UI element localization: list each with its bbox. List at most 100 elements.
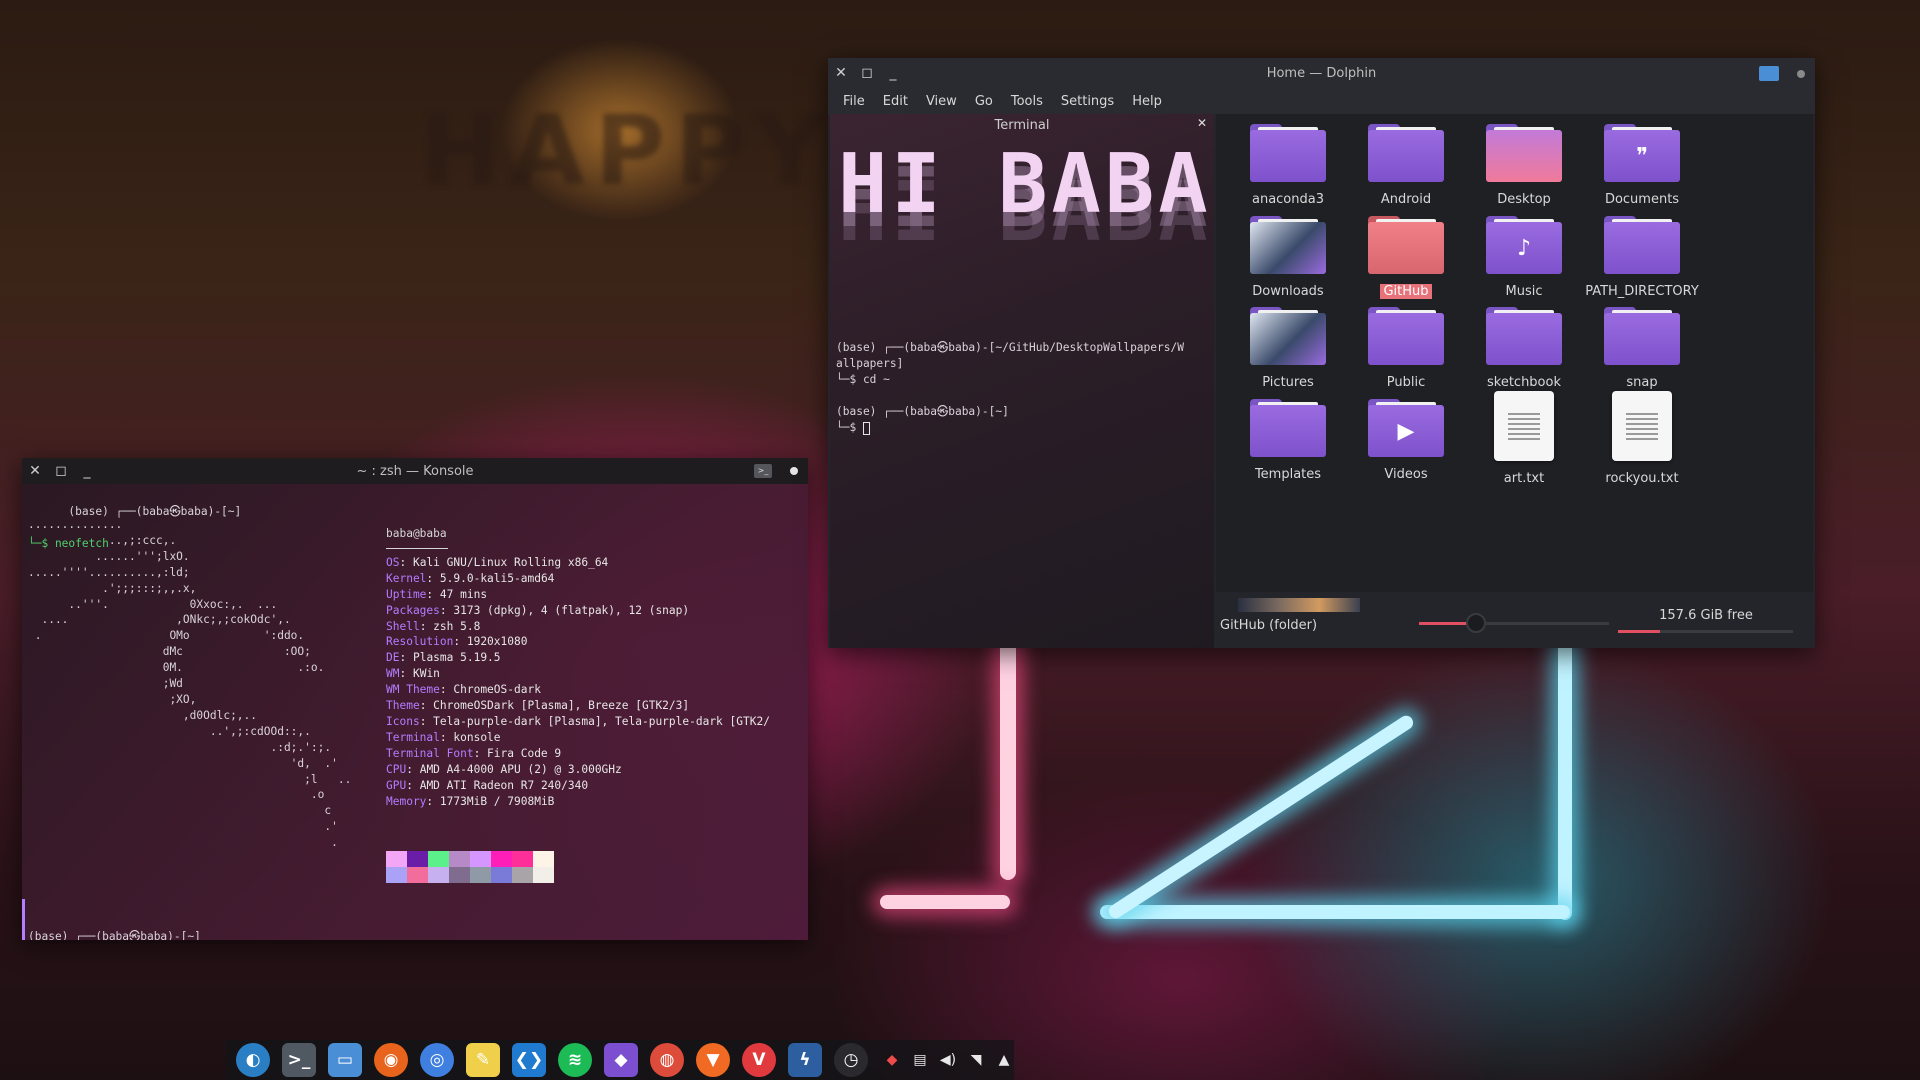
vscode-icon[interactable]: ❮❯ [512, 1043, 546, 1077]
obsidian-icon[interactable]: ◆ [604, 1043, 638, 1077]
info-separator: : [419, 619, 434, 633]
info-key: Terminal [386, 730, 440, 744]
file-name-label: Videos [1384, 466, 1428, 482]
info-key: WM Theme [386, 683, 440, 697]
terminal-line: └─$ cd ~ [836, 373, 890, 386]
brave-icon[interactable]: ▼ [696, 1043, 730, 1077]
neofetch-info-row: CPU: AMD A4-4000 APU (2) @ 3.000GHz [386, 762, 770, 778]
clipboard-tray-icon[interactable]: ▤ [906, 1046, 934, 1074]
free-space-bar[interactable] [1618, 630, 1793, 633]
tray-expand-icon[interactable]: ▲ [990, 1046, 1018, 1074]
neofetch-info-row: Shell: zsh 5.8 [386, 619, 770, 635]
prompt-symbol: └─$ [836, 421, 863, 434]
konsole-terminal[interactable]: (base) ┌──(baba㉿baba)-[~] └─$ neofetch .… [22, 484, 808, 940]
zoom-slider[interactable] [1419, 622, 1609, 625]
terminal-line: allpapers] [836, 357, 904, 370]
scroll-marker [22, 899, 25, 940]
menu-edit[interactable]: Edit [874, 94, 917, 109]
volume-tray-icon[interactable]: ◀) [934, 1046, 962, 1074]
spotify-icon[interactable]: ≋ [558, 1043, 592, 1077]
file-name-label: Templates [1254, 466, 1322, 482]
menu-settings[interactable]: Settings [1052, 94, 1123, 109]
neofetch-info-row: OS: Kali GNU/Linux Rolling x86_64 [386, 555, 770, 571]
file-name-label: Pictures [1262, 375, 1314, 390]
konsole-titlebar[interactable]: ✕ ◻ _ ~ : zsh — Konsole >_ [22, 458, 808, 484]
info-value: Fira Code 9 [487, 746, 562, 760]
info-value: 1773MiB / 7908MiB [439, 794, 555, 808]
menu-tools[interactable]: Tools [1002, 94, 1052, 109]
kali-dragon-icon[interactable]: ϟ [788, 1043, 822, 1077]
window-title: Home — Dolphin [1266, 65, 1377, 81]
terminal-panel-header: Terminal ✕ [830, 114, 1214, 136]
file-item-rockyou-txt[interactable]: rockyou.txt [1582, 390, 1702, 499]
info-key: WM [386, 667, 400, 681]
keep-above-icon[interactable] [1797, 70, 1805, 78]
file-item-templates[interactable]: Templates [1228, 391, 1348, 499]
folder-icon [1250, 398, 1326, 457]
minimize-button[interactable]: _ [880, 60, 906, 86]
info-separator: : [419, 699, 434, 713]
file-item-art-txt[interactable]: art.txt [1464, 390, 1584, 499]
text-line-mark [1508, 422, 1540, 425]
wifi-tray-icon[interactable]: ◥ [962, 1046, 990, 1074]
text-editor-icon[interactable]: ✎ [466, 1043, 500, 1077]
folder-icon [1368, 124, 1444, 182]
info-value: 3173 (dpkg), 4 (flatpak), 12 (snap) [453, 603, 690, 617]
keep-above-icon[interactable] [790, 467, 798, 475]
dolphin-window[interactable]: ✕ ◻ _ Home — Dolphin File Edit View Go Tools… [828, 58, 1815, 648]
color-swatch [428, 851, 449, 867]
folder-body [1368, 313, 1444, 365]
dolphin-titlebar[interactable]: ✕ ◻ _ Home — Dolphin [828, 58, 1815, 88]
menu-go[interactable]: Go [966, 94, 1002, 109]
info-value: Kali GNU/Linux Rolling x86_64 [412, 555, 609, 569]
taskbar-dock: ◐ >_ ▭ ◉ ◎ ✎ ❮❯ ≋ ◆ ◍ ▼ Vϟ ◷ ◆ ▤ ◀) ◥ ▲ [226, 1040, 1014, 1080]
info-key: OS [386, 555, 400, 569]
konsole-window[interactable]: ✕ ◻ _ ~ : zsh — Konsole >_ (base) ┌──(ba… [22, 458, 808, 940]
close-panel-icon[interactable]: ✕ [1194, 116, 1210, 132]
vivaldi-icon[interactable]: V [742, 1043, 776, 1077]
clock-icon[interactable]: ◷ [834, 1043, 868, 1077]
info-key: Terminal Font [386, 746, 474, 760]
neofetch-info-row: Resolution: 1920x1080 [386, 634, 770, 650]
neofetch-info-row: Terminal: konsole [386, 730, 770, 746]
color-swatch [491, 851, 512, 867]
neon-blue-horizontal [1100, 905, 1570, 919]
minimize-button[interactable]: _ [74, 458, 100, 484]
dolphin-terminal-panel[interactable]: Terminal ✕ HI BABA (base) ┌──(baba㉿baba)… [830, 114, 1214, 648]
folder-icon [1604, 215, 1680, 274]
file-view[interactable]: anaconda3 Android Desktop ❞ Documents Downloa… [1216, 114, 1813, 592]
close-button[interactable]: ✕ [828, 60, 854, 86]
info-separator: : [439, 603, 454, 617]
color-swatch [491, 867, 512, 883]
file-name-label: snap [1626, 375, 1658, 390]
menu-help[interactable]: Help [1123, 94, 1171, 109]
file-name-label: Desktop [1497, 192, 1551, 207]
chrome-icon[interactable]: ◍ [650, 1043, 684, 1077]
info-key: Memory [386, 794, 427, 808]
color-palette [386, 851, 554, 883]
info-key: Shell [386, 619, 420, 633]
folder-icon [1250, 124, 1326, 182]
menu-view[interactable]: View [917, 94, 966, 109]
firefox-icon[interactable]: ◉ [374, 1043, 408, 1077]
text-line-mark [1508, 417, 1540, 420]
text-cursor [862, 421, 870, 435]
konsole-icon[interactable]: >_ [282, 1043, 316, 1077]
maximize-button[interactable]: ◻ [48, 458, 74, 484]
info-separator: : [439, 683, 454, 697]
chromium-icon[interactable]: ◎ [420, 1043, 454, 1077]
zoom-slider-handle[interactable] [1466, 613, 1486, 633]
kde-launcher-icon[interactable]: ◐ [236, 1043, 270, 1077]
dolphin-files-icon[interactable]: ▭ [328, 1043, 362, 1077]
neon-blue-diagonal [1106, 713, 1416, 921]
anydesk-tray-icon[interactable]: ◆ [878, 1046, 906, 1074]
folder-body [1250, 130, 1326, 182]
terminal-input[interactable]: └─$ [836, 420, 870, 436]
info-separator: : [399, 555, 413, 569]
maximize-button[interactable]: ◻ [854, 60, 880, 86]
close-button[interactable]: ✕ [22, 458, 48, 484]
file-name-label: PATH_DIRECTORY [1585, 283, 1699, 299]
file-item-videos[interactable]: ▶ Videos [1346, 391, 1466, 499]
color-swatch [428, 867, 449, 883]
menu-file[interactable]: File [834, 94, 874, 109]
